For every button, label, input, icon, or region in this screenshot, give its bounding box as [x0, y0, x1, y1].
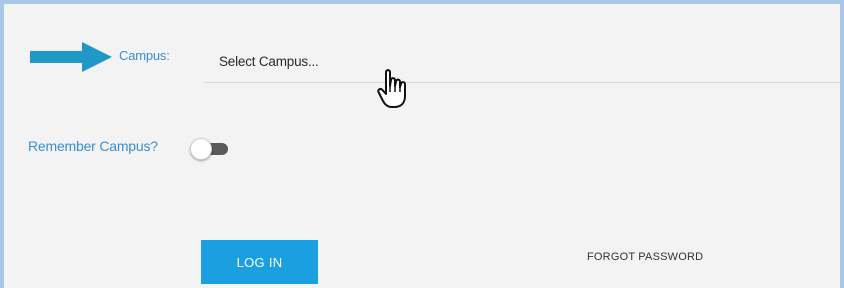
screenshot-frame: Campus: Select Campus... Remember Campus…	[0, 0, 844, 288]
hand-pointer-icon	[377, 69, 406, 108]
campus-label: Campus:	[119, 48, 170, 63]
campus-select-value: Select Campus...	[219, 54, 319, 69]
remember-campus-toggle[interactable]	[190, 138, 230, 160]
campus-select[interactable]: Select Campus...	[204, 42, 840, 83]
arrow-right-icon	[30, 42, 112, 72]
login-button[interactable]: LOG IN	[201, 240, 318, 284]
forgot-password-link[interactable]: FORGOT PASSWORD	[587, 251, 703, 263]
remember-campus-label: Remember Campus?	[28, 138, 158, 154]
toggle-knob	[190, 138, 212, 160]
